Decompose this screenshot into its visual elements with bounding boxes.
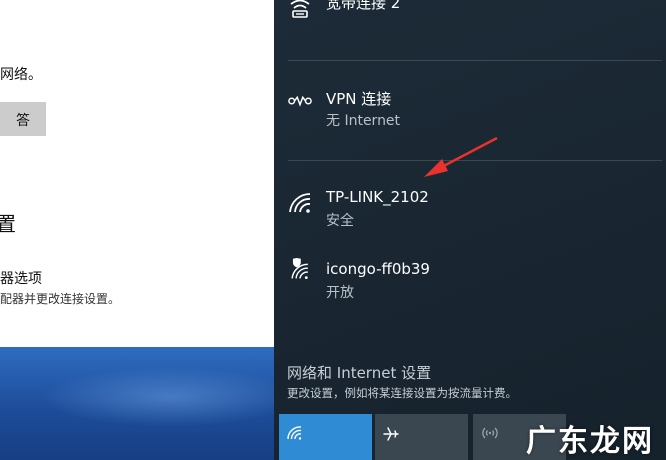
annotation-arrow-icon (424, 136, 498, 177)
watermark-logo: 广东龙网 (526, 424, 654, 459)
